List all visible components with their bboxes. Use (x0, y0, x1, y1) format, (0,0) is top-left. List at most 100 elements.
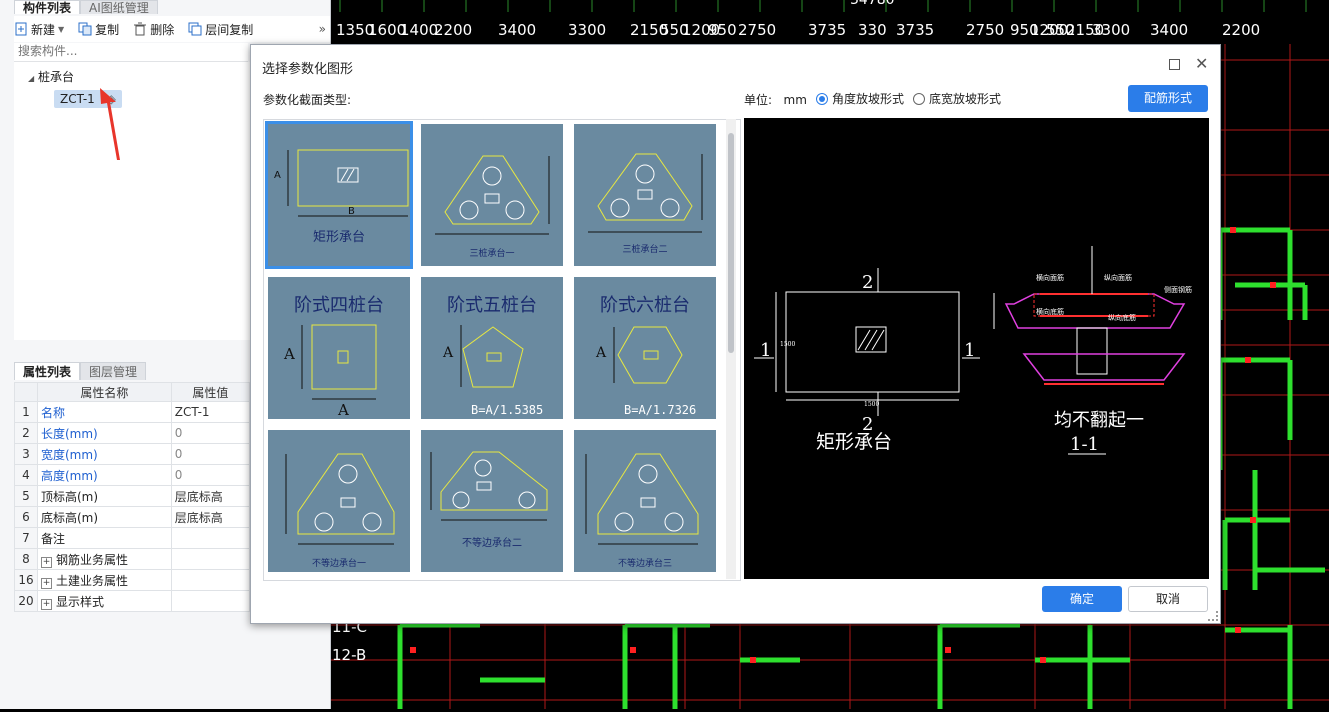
property-value[interactable]: 0 (170, 443, 251, 465)
section-mark-right: 1 (964, 340, 975, 361)
dim-height-label: 1500 (780, 341, 795, 348)
note-text: 均不翻起一 (1054, 410, 1144, 431)
property-row[interactable]: 3 宽度(mm) 0 (14, 443, 251, 465)
wall-marker (1250, 517, 1256, 523)
top-dimension-label: 3735 (808, 21, 846, 39)
scrollbar-thumb[interactable] (728, 133, 734, 353)
unequal-cap-shape (430, 451, 548, 521)
thumb-rect-pile-cap[interactable]: A B 矩形承台 (265, 121, 413, 269)
property-name: 宽度(mm) (37, 443, 172, 465)
unequal-cap-shape (285, 453, 395, 545)
dim-b-label: A (338, 401, 349, 419)
delete-button[interactable]: 删除 (133, 21, 174, 38)
wall-marker (1230, 227, 1236, 233)
search-input[interactable] (14, 43, 242, 59)
property-row[interactable]: 8 + 钢筋业务属性 (14, 548, 251, 570)
property-name: 底标高(m) (37, 506, 172, 528)
tree-child-label: ZCT-1 (60, 92, 95, 106)
section-mark-left: 1 (760, 340, 771, 361)
tab-ai-drawing[interactable]: AI图纸管理 (80, 0, 158, 15)
unit-label: 单位: mm (744, 91, 807, 108)
tab-layer-manager[interactable]: 图层管理 (80, 362, 147, 380)
property-value[interactable] (170, 527, 251, 549)
copy-button[interactable]: 复制 (78, 21, 119, 38)
property-row[interactable]: 2 长度(mm) 0 (14, 422, 251, 444)
expand-plus-icon[interactable]: + (41, 577, 52, 589)
property-value[interactable] (170, 590, 251, 612)
tab-property-list[interactable]: 属性列表 (14, 362, 81, 380)
property-row[interactable]: 5 顶标高(m) 层底标高 (14, 485, 251, 507)
thumb-stepped-five-pile[interactable]: 阶式五桩台 A B=A/1.5385 (421, 277, 563, 419)
property-value[interactable] (170, 569, 251, 591)
property-value[interactable] (170, 548, 251, 570)
trash-icon (133, 22, 147, 36)
new-button[interactable]: 新建 ▼ (14, 21, 64, 38)
formula-label: B=A/1.5385 (471, 403, 544, 417)
property-name: 长度(mm) (37, 422, 172, 444)
property-row[interactable]: 1 名称 ZCT-1 (14, 401, 251, 423)
radio-width-slope[interactable]: 底宽放坡形式 (913, 90, 1001, 107)
radio-dot-selected[interactable] (816, 92, 828, 105)
property-row[interactable]: 4 高度(mm) 0 (14, 464, 251, 486)
cancel-button[interactable]: 取消 (1128, 586, 1208, 612)
annotation-arrow (100, 88, 120, 160)
wall-marker (1270, 282, 1276, 288)
section-type-label: 参数化截面类型: (263, 93, 352, 107)
property-row[interactable]: 6 底标高(m) 层底标高 (14, 506, 251, 528)
thumb-three-pile-cap-2[interactable]: 三桩承台二 (574, 124, 716, 266)
toolbar-more-icon[interactable]: » (319, 22, 326, 36)
wall-marker (1235, 627, 1241, 633)
property-row[interactable]: 20 + 显示样式 (14, 590, 251, 612)
tab-component-list[interactable]: 构件列表 (14, 0, 81, 15)
radio-width-label: 底宽放坡形式 (929, 92, 1002, 106)
row-number: 7 (14, 527, 38, 549)
top-dimension-label: 3300 (1092, 21, 1130, 39)
thumb-three-pile-cap-1[interactable]: 三桩承台一 (421, 124, 563, 266)
radio-dot[interactable] (913, 92, 925, 105)
thumb-unequal-cap-2[interactable]: 不等边承台二 (421, 430, 563, 572)
ok-button[interactable]: 确定 (1042, 586, 1122, 612)
property-value[interactable]: 0 (170, 422, 251, 444)
property-name-text: 土建业务属性 (56, 573, 129, 588)
thumb-stepped-four-pile[interactable]: 阶式四桩台 A A (268, 277, 410, 419)
unequal-cap-shape (585, 453, 699, 545)
radio-angle-slope[interactable]: 角度放坡形式 (816, 90, 904, 107)
component-tabs: 构件列表 AI图纸管理 (14, 0, 158, 15)
rebar-form-button[interactable]: 配筋形式 (1128, 85, 1208, 112)
expand-plus-icon[interactable]: + (41, 598, 52, 610)
property-value[interactable]: 层底标高 (170, 485, 251, 507)
property-name-text: 高度(mm) (41, 468, 98, 483)
property-name: + 显示样式 (37, 590, 172, 612)
property-row[interactable]: 16 + 土建业务属性 (14, 569, 251, 591)
tree-expand-icon[interactable]: ◢ (28, 74, 34, 83)
thumb-unequal-cap-3[interactable]: 不等边承台三 (574, 430, 716, 572)
property-name-text: 显示样式 (56, 594, 105, 609)
close-icon[interactable]: ✕ (1195, 54, 1208, 73)
thumb-caption: 不等边承台二 (462, 538, 522, 549)
property-value[interactable]: 层底标高 (170, 506, 251, 528)
thumb-caption: 三桩承台一 (469, 249, 515, 259)
top-dimension-label: 330 (858, 21, 887, 39)
thumb-unequal-cap-1[interactable]: 不等边承台一 (268, 430, 410, 572)
row-number: 3 (14, 443, 38, 465)
component-search (14, 43, 248, 62)
thumb-caption: 三桩承台二 (622, 245, 668, 255)
property-name-text: 长度(mm) (41, 426, 98, 441)
dim-a-label: A (284, 345, 295, 363)
top-dimension-label: 3400 (498, 21, 536, 39)
property-value[interactable]: ZCT-1 (170, 401, 251, 423)
property-value[interactable]: 0 (170, 464, 251, 486)
gallery-scrollbar[interactable] (726, 119, 736, 579)
row-number: 16 (14, 569, 38, 591)
property-name-text: 底标高(m) (41, 510, 99, 525)
resize-grip-icon[interactable] (1208, 611, 1218, 621)
expand-plus-icon[interactable]: + (41, 556, 52, 568)
thumb-stepped-six-pile[interactable]: 阶式六桩台 A B=A/1.7326 (574, 277, 716, 419)
floor-copy-button[interactable]: 层间复制 (188, 21, 253, 38)
tree-node-pile-cap[interactable]: ◢ 桩承台 (28, 68, 74, 85)
maximize-icon[interactable] (1169, 59, 1180, 70)
rebar-label-bottom-transverse: 横向底筋 (1036, 307, 1064, 316)
section-mark-top: 2 (862, 272, 873, 293)
copy-icon (78, 22, 92, 36)
property-row[interactable]: 7 备注 (14, 527, 251, 549)
